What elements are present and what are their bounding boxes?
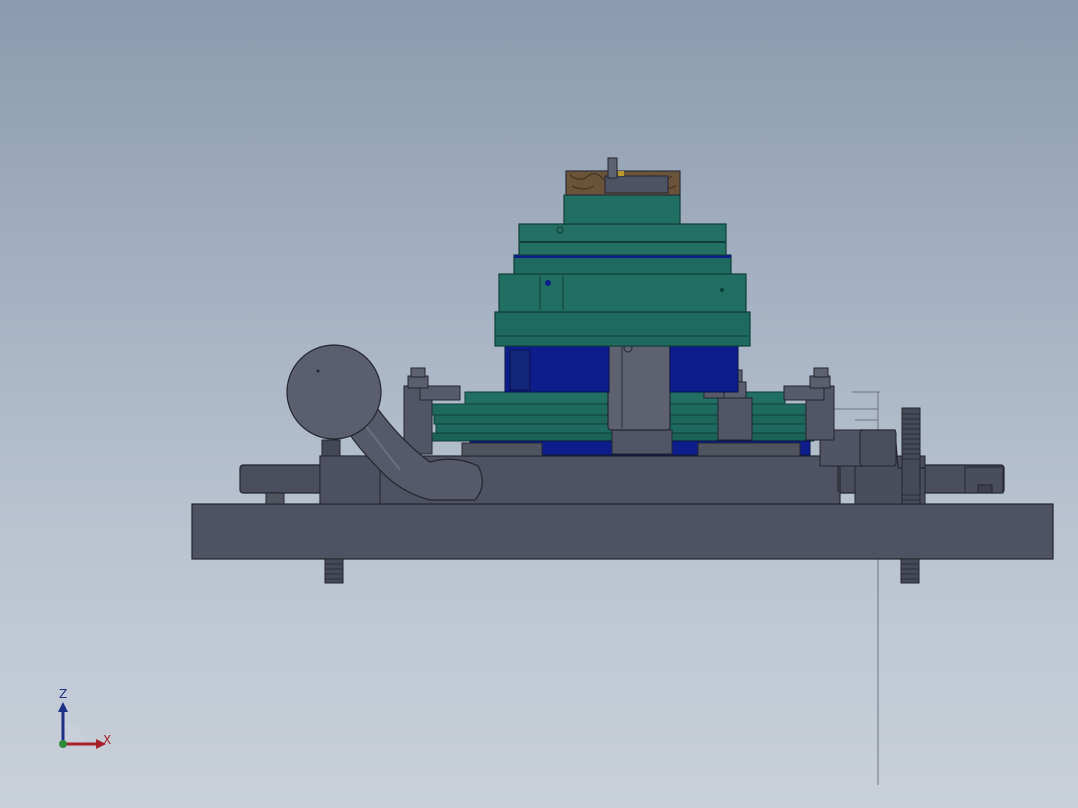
bottom-bolt-right[interactable] xyxy=(900,558,920,584)
base-plate[interactable] xyxy=(191,503,1054,560)
top-cap[interactable] xyxy=(565,157,681,196)
origin-point-icon xyxy=(59,740,67,748)
teal-body-tier-3[interactable] xyxy=(498,273,747,313)
lever-ball-knob[interactable] xyxy=(286,344,382,440)
z-arrow-icon xyxy=(58,702,68,712)
x-axis-label: X xyxy=(103,733,112,747)
teal-top-neck[interactable] xyxy=(563,194,681,225)
bottom-bolt-left[interactable] xyxy=(324,558,344,584)
vertical-stud-right[interactable] xyxy=(901,407,921,505)
teal-body-tier-4[interactable] xyxy=(494,311,751,347)
teal-body-tier-1[interactable] xyxy=(518,223,727,256)
central-post[interactable] xyxy=(607,329,673,455)
coordinate-triad: Z X xyxy=(50,682,120,754)
teal-body-tier-2[interactable] xyxy=(513,254,732,275)
z-axis-label: Z xyxy=(59,687,68,701)
cad-graphics-viewport[interactable] xyxy=(0,0,1078,808)
